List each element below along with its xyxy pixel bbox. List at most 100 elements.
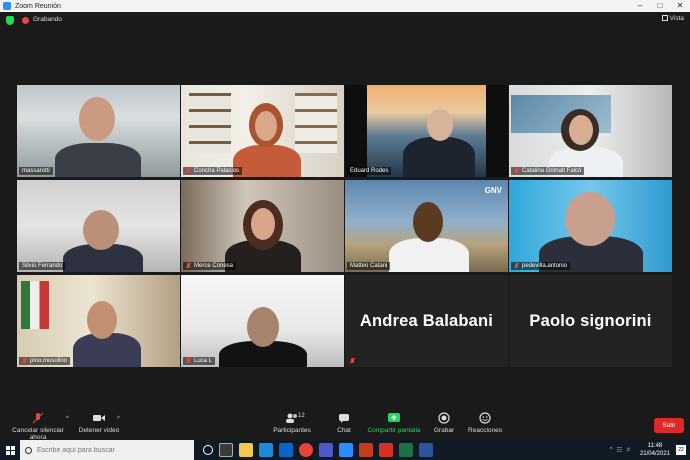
clock-date: 21/04/2021 (639, 451, 670, 457)
mic-muted-icon (350, 358, 355, 364)
person-body (73, 333, 141, 367)
participant-display-name: Paolo signorini (529, 311, 652, 330)
participant-name-tag: pedevilla.antonio (511, 262, 571, 270)
windows-logo-icon (5, 445, 15, 455)
person-head (569, 115, 593, 145)
file-explorer-icon[interactable] (239, 443, 253, 457)
leave-meeting-button[interactable]: Salir (654, 418, 684, 433)
person-head (247, 307, 279, 347)
system-tray: ^ ☷ ♬ 11:48 21/04/2021 22 (608, 440, 686, 460)
excel-icon[interactable] (399, 443, 413, 457)
mic-muted-icon (186, 168, 191, 174)
network-icon[interactable]: ☷ (617, 447, 622, 454)
maximize-button[interactable]: □ (650, 0, 670, 12)
mic-muted-icon (186, 263, 191, 269)
volume-icon[interactable]: ♬ (626, 447, 632, 453)
person-head (565, 192, 615, 246)
minimize-button[interactable]: – (630, 0, 650, 12)
chrome-icon[interactable] (299, 443, 313, 457)
search-icon (25, 446, 32, 454)
view-button[interactable]: Vista (661, 15, 684, 22)
video-tile[interactable]: Silvio Ferrando (17, 180, 180, 272)
taskbar-clock[interactable]: 11:48 21/04/2021 (640, 442, 670, 458)
mic-muted-icon (514, 168, 519, 174)
bookshelf (189, 93, 231, 153)
video-tile[interactable]: Concha Palacios (181, 85, 344, 177)
word-icon[interactable] (419, 443, 433, 457)
zoom-icon[interactable] (339, 443, 353, 457)
participant-name-tag: Catalina Grimalt Falcó (511, 167, 585, 175)
share-screen-icon (388, 413, 400, 422)
participant-name-tag: Matteo Catani (347, 262, 391, 270)
participant-name-tag: Silvio Ferrando (19, 262, 66, 270)
powerpoint-icon[interactable] (359, 443, 373, 457)
start-button[interactable] (0, 440, 20, 460)
person-body (233, 145, 301, 177)
zoom-logo-icon (3, 2, 11, 10)
video-tile-off[interactable]: Andrea Balabani (345, 275, 508, 367)
video-options-chevron-icon[interactable]: ^ (117, 416, 120, 422)
taskbar-search-input[interactable] (37, 446, 177, 454)
close-button[interactable]: ✕ (670, 0, 690, 12)
edge-icon[interactable] (259, 443, 273, 457)
video-tile[interactable]: Eduard Rodes (345, 85, 508, 177)
video-tile[interactable]: Catalina Grimalt Falcó (509, 85, 672, 177)
stop-video-button[interactable]: Detener video (76, 412, 122, 434)
video-camera-icon (93, 415, 105, 421)
window-controls: – □ ✕ (630, 0, 690, 12)
participant-name-tag: Merce Conesa (183, 262, 237, 270)
video-tile[interactable]: pedevilla.antonio (509, 180, 672, 272)
person-head (413, 202, 443, 242)
outlook-icon[interactable] (279, 443, 293, 457)
person-body (389, 238, 469, 272)
video-tile[interactable]: GNV Matteo Catani (345, 180, 508, 272)
grid-icon (661, 15, 668, 21)
chat-button[interactable]: Chat (332, 412, 356, 434)
notifications-badge[interactable]: 22 (676, 445, 686, 455)
person-body (403, 137, 475, 177)
letterbox-right (486, 85, 508, 177)
windows-taskbar: ^ ☷ ♬ 11:48 21/04/2021 22 (0, 440, 690, 460)
video-tile-off[interactable]: Paolo signorini (509, 275, 672, 367)
person-body (55, 143, 141, 177)
unmute-button[interactable]: Cancelar silenciar ahora (4, 412, 72, 441)
person-head (251, 208, 275, 240)
share-screen-button[interactable]: Compartir pantalla (366, 412, 422, 434)
recording-icon[interactable] (22, 17, 29, 24)
teams-icon[interactable] (319, 443, 333, 457)
participant-name-tag: massarotti (19, 167, 53, 175)
flag (21, 281, 49, 329)
video-tile[interactable]: pino.musolino (17, 275, 180, 367)
window-title: Zoom Reunión (15, 2, 61, 10)
security-shield-icon[interactable] (6, 16, 14, 25)
bookshelf (295, 93, 337, 153)
letterbox-left (345, 85, 367, 177)
smiley-icon (479, 412, 491, 424)
participant-name-tag: pino.musolino (19, 357, 71, 365)
meeting-toolbar: Cancelar silenciar ahora ^ Detener video… (0, 410, 690, 441)
acrobat-icon[interactable] (379, 443, 393, 457)
meeting-topbar: Grabando Vista (0, 12, 690, 28)
show-hidden-icons-icon[interactable]: ^ (610, 447, 613, 453)
gnv-logo: GNV (484, 186, 502, 195)
mic-muted-icon (514, 263, 519, 269)
task-view-icon[interactable] (219, 443, 233, 457)
mic-muted-icon (32, 412, 44, 424)
participants-button[interactable]: Participantes (270, 412, 314, 434)
taskbar-search[interactable] (20, 440, 194, 460)
chat-icon (339, 414, 349, 423)
participant-display-name: Andrea Balabani (359, 311, 494, 330)
video-tile[interactable]: Merce Conesa (181, 180, 344, 272)
clock-time: 11:48 (647, 443, 663, 449)
audio-options-chevron-icon[interactable]: ^ (66, 416, 69, 422)
participant-name-tag: Eduard Rodes (347, 167, 392, 175)
video-tile[interactable]: Luca L (181, 275, 344, 367)
window-titlebar: Zoom Reunión – □ ✕ (0, 0, 690, 12)
reactions-button[interactable]: Reacciones (466, 412, 504, 434)
record-button[interactable]: Grabar (432, 412, 456, 434)
cortana-icon[interactable] (203, 445, 213, 455)
person-head (79, 97, 115, 141)
video-tile[interactable]: massarotti (17, 85, 180, 177)
participant-name-tag: Concha Palacios (183, 167, 243, 175)
taskbar-pinned-apps (200, 443, 436, 457)
